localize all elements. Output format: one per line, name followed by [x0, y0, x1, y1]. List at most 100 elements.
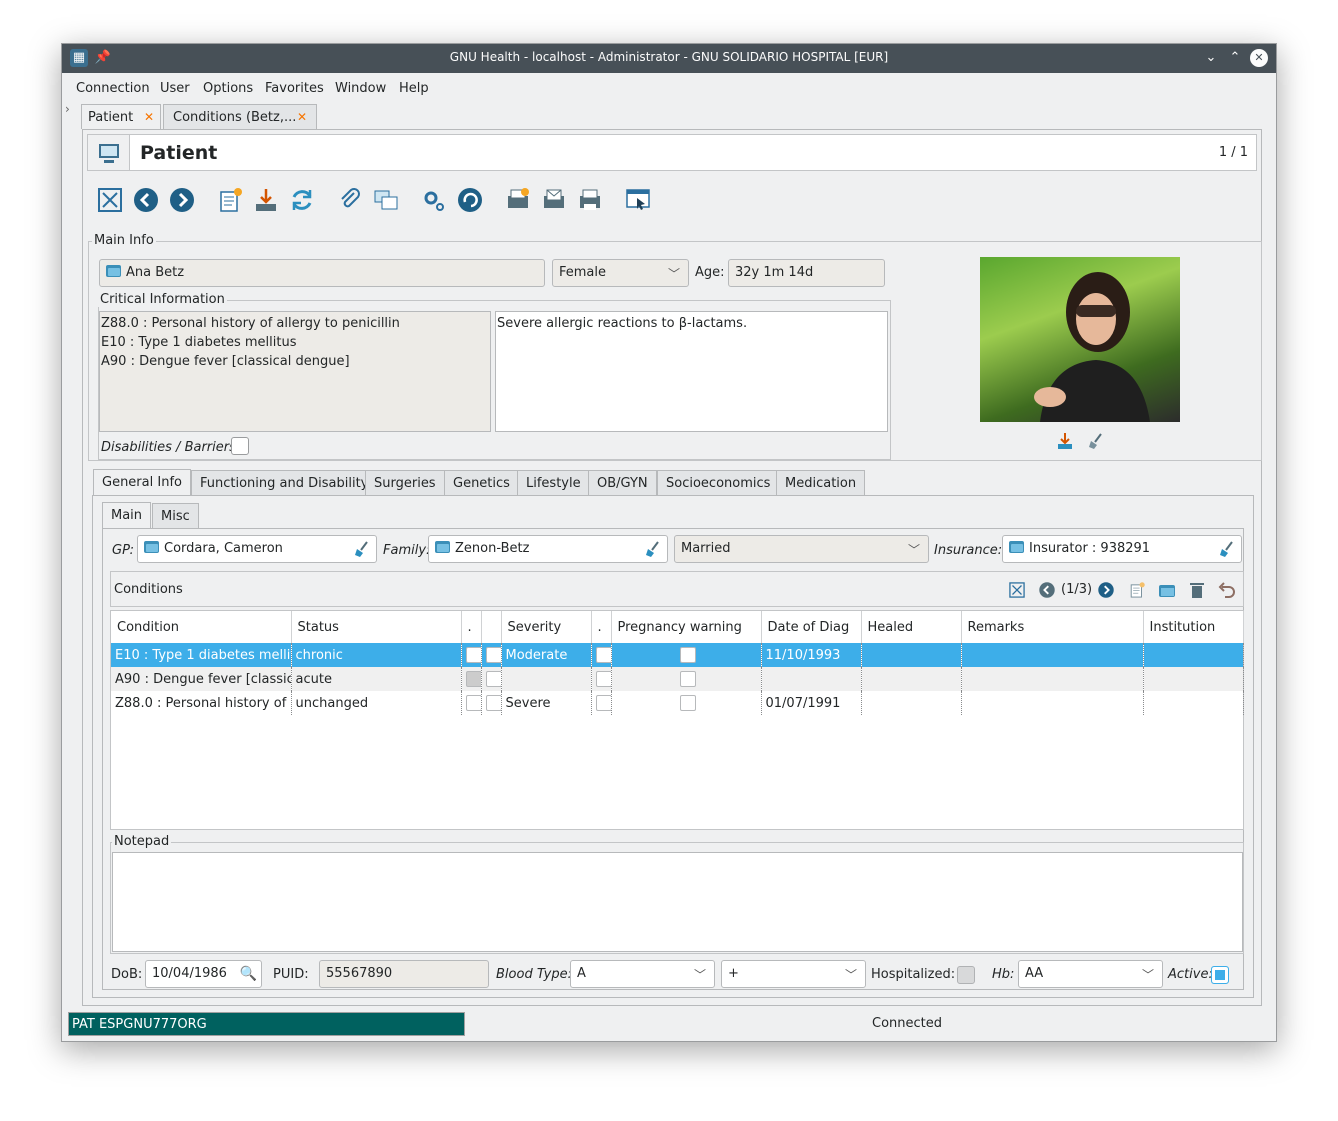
- table-row[interactable]: A90 : Dengue fever [classica acute: [111, 667, 1244, 691]
- patient-name-field[interactable]: Ana Betz: [99, 259, 545, 287]
- relate-icon[interactable]: [456, 186, 484, 214]
- remarks-cell[interactable]: [961, 643, 1144, 667]
- tab-general-info[interactable]: General Info: [93, 469, 191, 495]
- hb-select[interactable]: AA ﹀: [1018, 960, 1163, 988]
- row-checkbox[interactable]: [595, 670, 610, 687]
- table-row[interactable]: E10 : Type 1 diabetes mellitu chronic Mo…: [111, 643, 1244, 667]
- pregnancy-warning-cell[interactable]: [611, 691, 762, 715]
- actions-icon[interactable]: [420, 186, 448, 214]
- row-checkbox[interactable]: [485, 694, 500, 711]
- row-checkbox[interactable]: [485, 670, 500, 687]
- marital-status-select[interactable]: Married ﹀: [674, 535, 929, 563]
- clear-insurance-icon[interactable]: [1217, 540, 1235, 558]
- institution-cell[interactable]: [1143, 691, 1244, 715]
- menu-window[interactable]: Window: [335, 81, 386, 96]
- disabilities-checkbox[interactable]: [231, 437, 249, 455]
- column-header[interactable]: Remarks: [961, 611, 1144, 643]
- column-header[interactable]: Severity: [501, 611, 592, 643]
- switch-view-icon[interactable]: [624, 186, 652, 214]
- attachment-icon[interactable]: [336, 186, 364, 214]
- menu-favorites[interactable]: Favorites: [265, 81, 324, 96]
- healed-cell[interactable]: [861, 691, 962, 715]
- column-header[interactable]: Status: [291, 611, 462, 643]
- print-icon[interactable]: [576, 186, 604, 214]
- row-checkbox[interactable]: [595, 694, 610, 711]
- family-field[interactable]: Zenon-Betz: [428, 535, 668, 563]
- fullscreen-icon[interactable]: [96, 186, 124, 214]
- report-icon[interactable]: [504, 186, 532, 214]
- check-cell[interactable]: [461, 667, 482, 691]
- column-header[interactable]: .: [591, 611, 612, 643]
- clear-gp-icon[interactable]: [352, 540, 370, 558]
- upload-photo-icon[interactable]: [1056, 432, 1074, 450]
- column-header[interactable]: Institution: [1143, 611, 1244, 643]
- critical-info-textarea[interactable]: Severe allergic reactions to β-lactams.: [495, 311, 888, 432]
- condition-cell[interactable]: Z88.0 : Personal history of al: [111, 691, 292, 715]
- new-record-icon[interactable]: [216, 186, 244, 214]
- fullscreen-icon[interactable]: [1008, 581, 1026, 599]
- reload-icon[interactable]: [288, 186, 316, 214]
- next-icon[interactable]: [168, 186, 196, 214]
- open-record-icon[interactable]: [1158, 581, 1176, 599]
- healed-cell[interactable]: [861, 643, 962, 667]
- check-cell[interactable]: [461, 643, 482, 667]
- tab-surgeries[interactable]: Surgeries: [365, 470, 445, 496]
- date-cell[interactable]: 01/07/1991: [761, 691, 862, 715]
- healed-cell[interactable]: [861, 667, 962, 691]
- previous-icon[interactable]: [132, 186, 160, 214]
- maximize-icon[interactable]: ⌃: [1226, 49, 1244, 67]
- search-icon[interactable]: 🔍: [240, 961, 257, 987]
- date-cell[interactable]: 11/10/1993: [761, 643, 862, 667]
- remarks-cell[interactable]: [961, 691, 1144, 715]
- table-row[interactable]: Z88.0 : Personal history of al unchanged…: [111, 691, 1244, 715]
- tab-patient[interactable]: Patient ✕: [81, 104, 161, 129]
- row-checkbox[interactable]: [485, 646, 500, 663]
- menu-connection[interactable]: Connection: [76, 81, 150, 96]
- column-header[interactable]: .: [461, 611, 482, 643]
- undo-icon[interactable]: [1218, 581, 1236, 599]
- status-cell[interactable]: acute: [291, 667, 462, 691]
- hospitalized-checkbox[interactable]: [957, 966, 975, 984]
- condition-cell[interactable]: E10 : Type 1 diabetes mellitu: [111, 643, 292, 667]
- gp-field[interactable]: Cordara, Cameron: [137, 535, 377, 563]
- new-record-icon[interactable]: [1128, 581, 1146, 599]
- rh-select[interactable]: + ﹀: [721, 960, 866, 988]
- email-icon[interactable]: [540, 186, 568, 214]
- severity-cell[interactable]: Severe: [501, 691, 592, 715]
- check-cell[interactable]: [591, 643, 612, 667]
- column-header[interactable]: Pregnancy warning: [611, 611, 762, 643]
- expand-sidebar-icon[interactable]: ›: [65, 102, 70, 116]
- pregnancy-warning-cell[interactable]: [611, 643, 762, 667]
- blood-type-select[interactable]: A ﹀: [570, 960, 715, 988]
- column-header[interactable]: Condition: [111, 611, 292, 643]
- minimize-icon[interactable]: ⌄: [1202, 49, 1220, 67]
- gender-select[interactable]: Female ﹀: [552, 259, 689, 287]
- notepad-textarea[interactable]: [112, 852, 1243, 952]
- delete-icon[interactable]: [1188, 581, 1206, 599]
- status-cell[interactable]: unchanged: [291, 691, 462, 715]
- pregnancy-warning-checkbox[interactable]: [680, 670, 696, 687]
- menu-options[interactable]: Options: [203, 81, 253, 96]
- close-window-icon[interactable]: ✕: [1250, 49, 1268, 67]
- pregnancy-warning-checkbox[interactable]: [680, 646, 696, 663]
- tab-misc[interactable]: Misc: [152, 503, 199, 529]
- save-icon[interactable]: [252, 186, 280, 214]
- insurance-field[interactable]: Insurator : 938291: [1002, 535, 1242, 563]
- tab-lifestyle[interactable]: Lifestyle: [517, 470, 590, 496]
- pregnancy-warning-checkbox[interactable]: [680, 694, 696, 711]
- notes-icon[interactable]: [372, 186, 400, 214]
- severity-cell[interactable]: [501, 667, 592, 691]
- condition-cell[interactable]: A90 : Dengue fever [classica: [111, 667, 292, 691]
- tab-obgyn[interactable]: OB/GYN: [588, 470, 657, 496]
- row-checkbox[interactable]: [595, 646, 610, 663]
- check-cell[interactable]: [481, 643, 502, 667]
- tab-genetics[interactable]: Genetics: [444, 470, 519, 496]
- check-cell[interactable]: [591, 667, 612, 691]
- puid-field[interactable]: 55567890: [319, 960, 489, 988]
- column-header[interactable]: Date of Diag: [761, 611, 862, 643]
- remarks-cell[interactable]: [961, 667, 1144, 691]
- status-cell[interactable]: chronic: [291, 643, 462, 667]
- pregnancy-warning-cell[interactable]: [611, 667, 762, 691]
- institution-cell[interactable]: [1143, 643, 1244, 667]
- tab-conditions[interactable]: Conditions (Betz,... ✕: [163, 104, 317, 129]
